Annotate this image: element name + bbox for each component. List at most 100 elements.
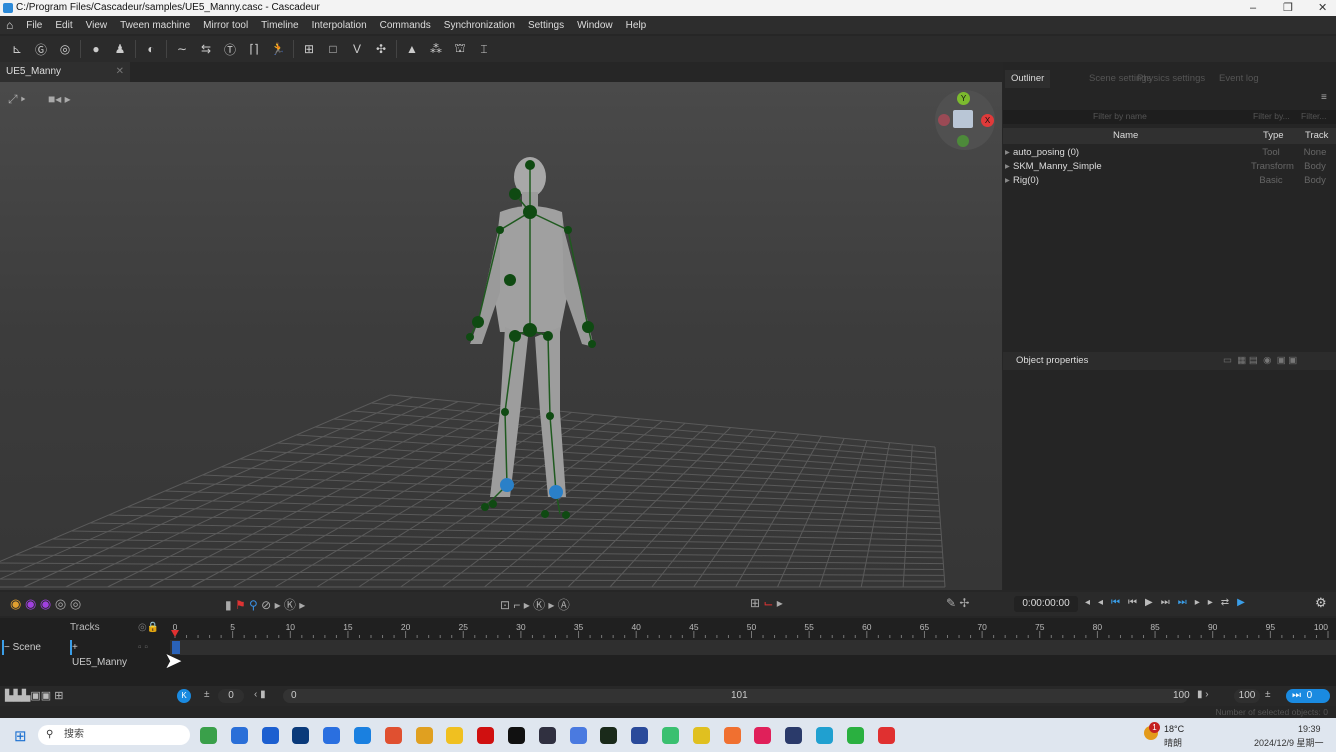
physics-icon[interactable]: ✣ xyxy=(372,40,390,58)
camera-icon[interactable]: ■◂ ▸ xyxy=(48,92,71,106)
menu-mirror-tool[interactable]: Mirror tool xyxy=(203,20,248,31)
end-frame-input[interactable]: 100 xyxy=(1234,689,1260,703)
character-icon[interactable]: ♟ xyxy=(111,40,129,58)
joint-handle[interactable] xyxy=(523,323,537,337)
column-type[interactable]: Type xyxy=(1263,128,1284,144)
joint-handle[interactable] xyxy=(543,331,553,341)
column-track[interactable]: Track xyxy=(1305,128,1328,144)
expand-icon[interactable]: ▸ xyxy=(1005,146,1010,160)
joint-handle[interactable] xyxy=(549,485,563,499)
tab-event-log[interactable]: Event log xyxy=(1213,70,1265,88)
grid-select-icon[interactable]: ⊞ xyxy=(300,40,318,58)
menu-tween-machine[interactable]: Tween machine xyxy=(120,20,190,31)
weather-temp[interactable]: 18°C xyxy=(1164,724,1184,734)
clock-time[interactable]: 19:39 xyxy=(1298,724,1321,734)
taskbar-app-icon[interactable] xyxy=(600,727,618,744)
bracket-icon[interactable]: ⌈⌉ xyxy=(245,40,263,58)
gizmo-neg-y[interactable] xyxy=(957,135,969,147)
menu-window[interactable]: Window xyxy=(577,20,613,31)
joint-handle[interactable] xyxy=(564,226,572,234)
joint-handle[interactable] xyxy=(562,511,570,519)
filter-type-input[interactable]: Filter by... xyxy=(1253,111,1290,121)
taskbar-app-icon[interactable] xyxy=(508,727,525,744)
taskbar-app-icon[interactable] xyxy=(230,727,248,744)
time-display[interactable]: 0:00:00:00 xyxy=(1014,596,1078,612)
menu-commands[interactable]: Commands xyxy=(380,20,431,31)
timeline-ruler[interactable]: 0 5 10 15 20 25 30 35 40 45 50 55 60 65 70 75 80 85 90 95 10… xyxy=(170,620,1336,638)
outliner-row[interactable]: ▸ auto_posing (0) Tool None xyxy=(1003,146,1336,160)
joint-handle[interactable] xyxy=(525,160,535,170)
joint-handle[interactable] xyxy=(504,274,516,286)
joint-handle[interactable] xyxy=(466,333,474,341)
menu-icon[interactable]: ≡ xyxy=(1321,92,1327,103)
gizmo-cube[interactable] xyxy=(953,110,973,128)
joint-handle[interactable] xyxy=(588,340,596,348)
joint-handle[interactable] xyxy=(523,205,537,219)
filter-name-input[interactable]: Filter by name xyxy=(1093,111,1147,121)
joint-handle[interactable] xyxy=(541,510,549,518)
joint-handle[interactable] xyxy=(481,503,489,511)
close-tab-icon[interactable]: ✕ xyxy=(116,62,124,82)
run-icon[interactable]: 🏃 xyxy=(269,40,287,58)
tab-physics-settings[interactable]: Physics settings xyxy=(1131,70,1211,88)
playback-controls[interactable]: ◂◂⏮⏮▶⏭⏭▸▸⇄▶ xyxy=(1085,597,1253,608)
taskbar-app-icon[interactable] xyxy=(846,727,864,744)
joint-handle[interactable] xyxy=(509,188,521,200)
align-icon[interactable]: ⌶ xyxy=(475,40,493,58)
current-frame-input[interactable]: ⏭ 0 xyxy=(1286,689,1330,703)
taskbar-app-icon[interactable] xyxy=(200,727,217,744)
taskbar-app-icon[interactable] xyxy=(261,727,279,744)
joint-handle[interactable] xyxy=(500,478,514,492)
visibility-lock-icons[interactable]: ◎🔒 xyxy=(138,622,159,633)
range-right-icons[interactable]: ▮ › xyxy=(1197,689,1209,700)
range-left-icons[interactable]: ‹ ▮ xyxy=(254,689,266,700)
autoposing-icon[interactable]: ▲ xyxy=(403,40,421,58)
clock-date[interactable]: 2024/12/9 星期一 xyxy=(1254,736,1324,749)
menu-file[interactable]: File xyxy=(26,20,42,31)
track-ue5-manny[interactable]: + UE5_Manny xyxy=(70,640,132,668)
menu-timeline[interactable]: Timeline xyxy=(261,20,298,31)
taskbar-app-icon[interactable] xyxy=(446,727,464,744)
joint-handle[interactable] xyxy=(489,500,497,508)
start-frame-input[interactable]: 0 xyxy=(218,689,244,703)
taskbar-app-icon[interactable] xyxy=(477,727,495,744)
outliner-row[interactable]: ▸ SKM_Manny_Simple Transform Body xyxy=(1003,160,1336,174)
joint-handle[interactable] xyxy=(546,412,554,420)
joint-handle[interactable] xyxy=(501,408,509,416)
center-of-mass-icon[interactable]: Ⓖ xyxy=(32,40,50,58)
taskbar-app-icon[interactable] xyxy=(292,727,310,744)
key-tools-icons[interactable]: ▮ ⚑ ⚲ ⊘ ▸ Ⓚ ▸ xyxy=(225,596,305,613)
taskbar-app-icon[interactable] xyxy=(692,727,710,744)
axis-tool-icon[interactable]: ⊾ xyxy=(8,40,26,58)
playhead-marker[interactable] xyxy=(171,630,179,637)
joint-handle[interactable] xyxy=(582,321,594,333)
rotation-pivot-icon[interactable]: ◎ xyxy=(56,40,74,58)
taskbar-app-icon[interactable] xyxy=(354,727,371,744)
properties-toolbar-icons[interactable]: ▭ ▦ ▤ ◉ ▣ ▣ xyxy=(1223,352,1297,370)
taskbar-app-icon[interactable] xyxy=(384,727,402,744)
joint-handle[interactable] xyxy=(472,316,484,328)
text-icon[interactable]: Ⓣ xyxy=(221,40,239,58)
tween-icon[interactable]: ⇆ xyxy=(197,40,215,58)
3d-viewport[interactable]: ⤢ ▸ ■◂ ▸ Y X xyxy=(0,82,1002,590)
pin-icons[interactable]: ✎ ✢ xyxy=(946,596,969,610)
maximize-button[interactable]: ❐ xyxy=(1283,0,1293,16)
menu-settings[interactable]: Settings xyxy=(528,20,564,31)
joint-handle[interactable] xyxy=(509,330,521,342)
taskbar-app-icon[interactable] xyxy=(754,727,772,744)
expand-icon[interactable]: ▸ xyxy=(1005,174,1010,188)
taskbar-app-icon[interactable] xyxy=(723,727,741,744)
track-toggle-icons[interactable]: ▫ ▫ xyxy=(138,642,148,653)
menu-view[interactable]: View xyxy=(86,20,108,31)
layer-tools-icons[interactable]: ▙▙▙▣▣ ⊞ xyxy=(5,689,63,702)
filter-track-input[interactable]: Filter... xyxy=(1301,111,1327,121)
end-stepper-icon[interactable]: ± xyxy=(1265,689,1271,700)
gizmo-neg-x[interactable] xyxy=(938,114,950,126)
taskbar-app-icon[interactable] xyxy=(877,727,895,744)
blend-icon[interactable]: ◐ xyxy=(142,40,160,58)
start-stepper-icon[interactable]: ± xyxy=(204,689,210,700)
footprints-icon[interactable]: ⁂ xyxy=(427,40,445,58)
track-lane[interactable] xyxy=(170,640,1336,655)
box-select-icon[interactable]: □ xyxy=(324,40,342,58)
interpolation-icon[interactable]: ∼ xyxy=(173,40,191,58)
